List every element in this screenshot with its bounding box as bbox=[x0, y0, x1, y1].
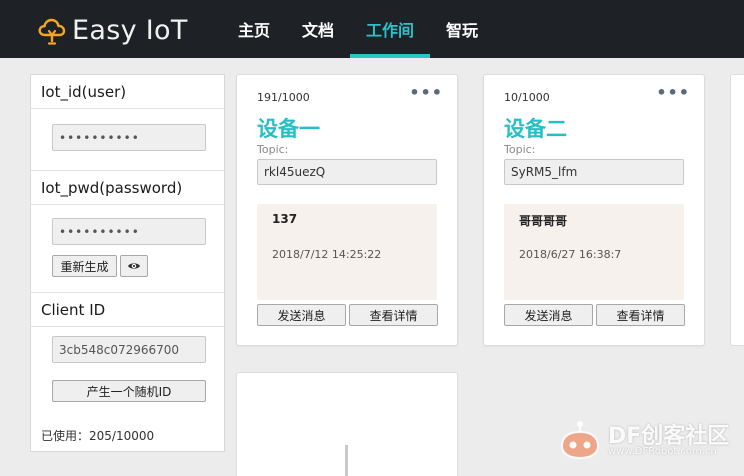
latest-message-time: 2018/6/27 16:38:7 bbox=[519, 248, 622, 261]
latest-message-box: 137 2018/7/12 14:25:22 bbox=[257, 204, 437, 300]
app-logo[interactable]: Easy IoT bbox=[38, 12, 188, 48]
logo-text: Easy IoT bbox=[72, 14, 188, 46]
device-card: 191/1000 ••• 设备一 Topic: rkl45uezQ 137 20… bbox=[236, 74, 458, 346]
device-title: 设备二 bbox=[504, 117, 567, 141]
iot-id-row: •••••••••• bbox=[31, 109, 224, 171]
add-device-card[interactable] bbox=[236, 372, 458, 476]
watermark-url: www.DFRobot.com.cn bbox=[608, 446, 717, 457]
topic-field[interactable]: SyRM5_lfm bbox=[504, 159, 684, 185]
send-message-button[interactable]: 发送消息 bbox=[257, 304, 346, 326]
latest-message-text: 137 bbox=[272, 212, 298, 226]
latest-message-box: 哥哥哥哥 2018/6/27 16:38:7 bbox=[504, 204, 684, 300]
view-details-button[interactable]: 查看详情 bbox=[596, 304, 685, 326]
device-title: 设备一 bbox=[257, 117, 320, 141]
watermark: DF创客社区 www.DFRobot.com.cn bbox=[556, 416, 742, 464]
client-id-label: Client ID bbox=[31, 293, 224, 327]
iot-id-label: Iot_id(user) bbox=[31, 75, 224, 109]
cloud-lightbulb-icon bbox=[38, 18, 66, 45]
nav-item-play[interactable]: 智玩 bbox=[430, 0, 494, 58]
iot-pwd-row: •••••••••• 重新生成 bbox=[31, 205, 224, 293]
more-options-icon[interactable]: ••• bbox=[409, 83, 443, 102]
random-id-button[interactable]: 产生一个随机ID bbox=[52, 380, 206, 402]
iot-pwd-label: Iot_pwd(password) bbox=[31, 171, 224, 205]
usage-counter: 已使用：205/10000 bbox=[41, 429, 155, 443]
view-details-button[interactable]: 查看详情 bbox=[349, 304, 438, 326]
nav-item-home[interactable]: 主页 bbox=[222, 0, 286, 58]
message-count: 191/1000 bbox=[257, 91, 310, 104]
iot-id-field[interactable]: •••••••••• bbox=[52, 124, 206, 151]
eye-icon bbox=[128, 263, 140, 269]
show-password-button[interactable] bbox=[120, 255, 148, 277]
client-id-field[interactable]: 3cb548c072966700 bbox=[52, 336, 206, 363]
more-options-icon[interactable]: ••• bbox=[656, 83, 690, 102]
iot-pwd-field[interactable]: •••••••••• bbox=[52, 218, 206, 245]
topic-label: Topic: bbox=[257, 143, 289, 156]
main-nav: 主页 文档 工作间 智玩 bbox=[222, 0, 494, 58]
credentials-panel: Iot_id(user) •••••••••• Iot_pwd(password… bbox=[30, 74, 225, 452]
top-nav-bar: Easy IoT 主页 文档 工作间 智玩 bbox=[0, 0, 744, 58]
message-count: 10/1000 bbox=[504, 91, 550, 104]
device-card: 10/1000 ••• 设备二 Topic: SyRM5_lfm 哥哥哥哥 20… bbox=[483, 74, 705, 346]
send-message-button[interactable]: 发送消息 bbox=[504, 304, 593, 326]
regenerate-button[interactable]: 重新生成 bbox=[52, 255, 117, 277]
device-card-partial[interactable] bbox=[730, 74, 744, 346]
robot-logo-icon bbox=[560, 421, 600, 460]
latest-message-time: 2018/7/12 14:25:22 bbox=[272, 248, 382, 261]
topic-label: Topic: bbox=[504, 143, 536, 156]
topic-field[interactable]: rkl45uezQ bbox=[257, 159, 437, 185]
nav-item-workspace[interactable]: 工作间 bbox=[350, 0, 431, 58]
add-icon bbox=[345, 445, 348, 476]
latest-message-text: 哥哥哥哥 bbox=[519, 214, 568, 228]
nav-item-docs[interactable]: 文档 bbox=[286, 0, 350, 58]
